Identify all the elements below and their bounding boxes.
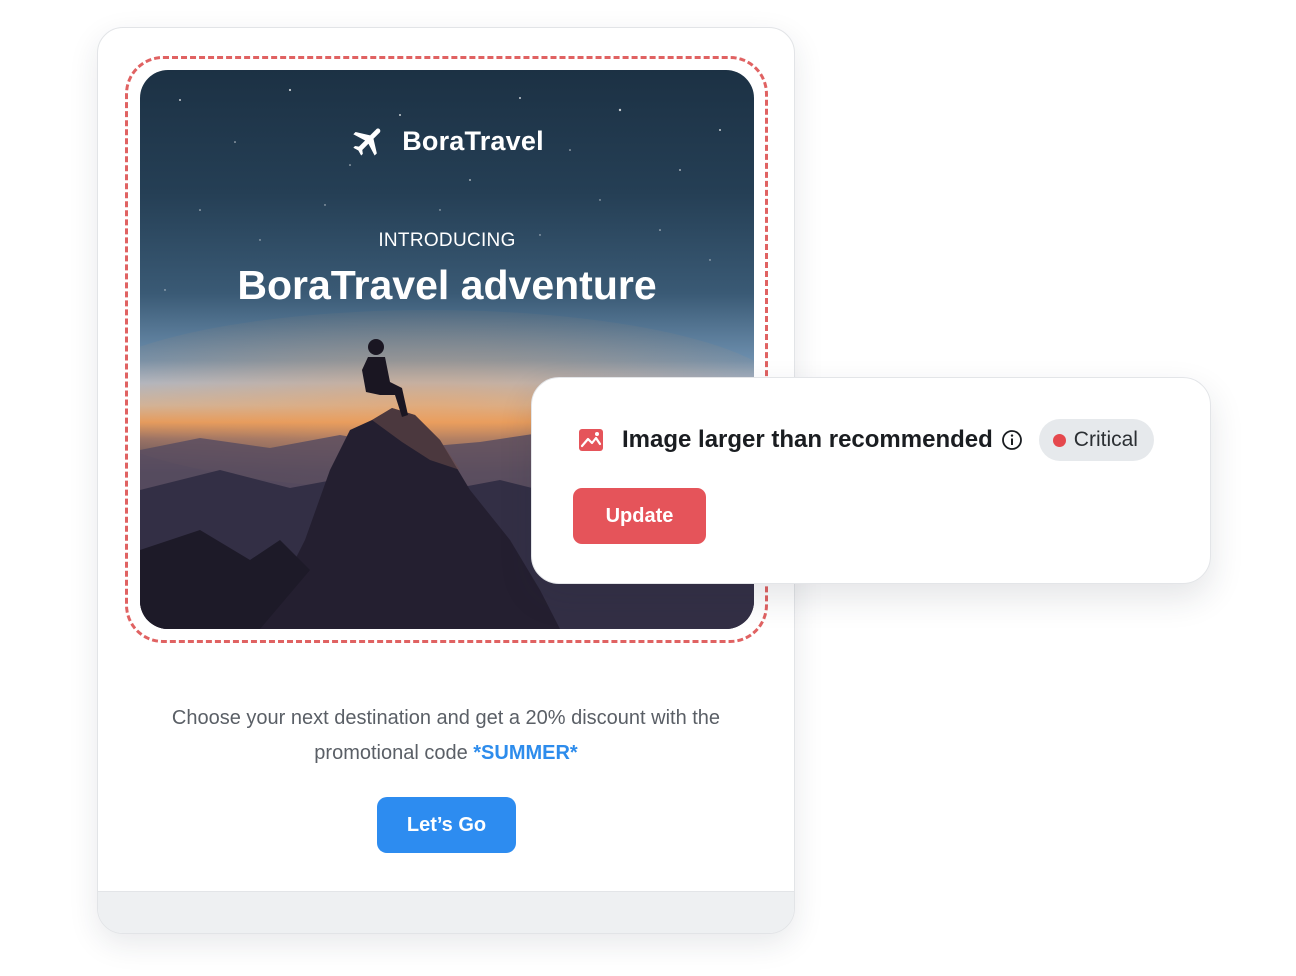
- warning-row: Image larger than recommended Critical: [578, 418, 1154, 462]
- hero-title: BoraTravel adventure: [237, 262, 657, 308]
- warning-message: Image larger than recommended: [622, 426, 993, 453]
- promo-code: *SUMMER*: [473, 742, 578, 764]
- promo-body-copy: Choose your next destination and get a 2…: [171, 707, 721, 764]
- info-icon[interactable]: [1001, 429, 1023, 451]
- image-warning-card: Image larger than recommended Critical U…: [531, 377, 1211, 584]
- lets-go-button[interactable]: Let’s Go: [377, 797, 516, 853]
- canvas: BoraTravel INTRODUCING BoraTravel advent…: [0, 0, 1296, 976]
- update-button[interactable]: Update: [573, 488, 706, 544]
- promo-body-text: Choose your next destination and get a 2…: [128, 701, 764, 771]
- intro-label: INTRODUCING: [378, 230, 516, 251]
- severity-label: Critical: [1073, 428, 1138, 451]
- airplane-icon: [353, 128, 381, 156]
- brand-header: BoraTravel: [140, 122, 754, 160]
- severity-badge: Critical: [1038, 419, 1154, 461]
- email-footer-strip: [98, 891, 794, 933]
- image-icon: [579, 429, 603, 451]
- brand-name: BoraTravel: [402, 125, 544, 156]
- critical-dot-icon: [1052, 433, 1066, 447]
